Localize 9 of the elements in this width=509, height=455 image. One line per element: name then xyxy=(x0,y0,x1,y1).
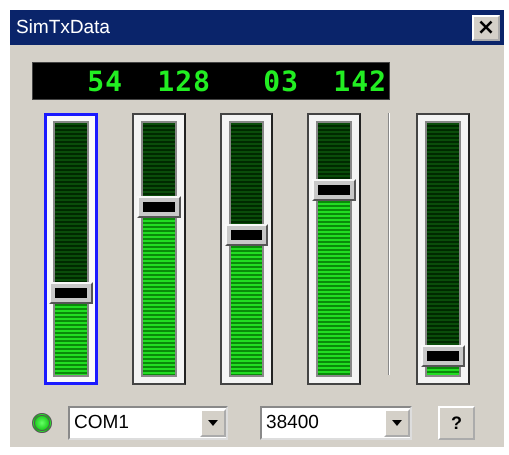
digit-readout: 142 xyxy=(332,64,387,98)
digit-readout: 128 xyxy=(156,64,211,98)
dropdown[interactable]: 38400 xyxy=(260,406,412,440)
dropdown[interactable]: COM1 xyxy=(68,406,228,440)
digit-readout: 54 xyxy=(86,64,123,98)
window-title: SimTxData xyxy=(16,16,110,38)
digit-readout: 03 xyxy=(262,64,299,98)
close-button[interactable]: × xyxy=(472,14,500,40)
help-button[interactable]: ? xyxy=(438,406,475,440)
